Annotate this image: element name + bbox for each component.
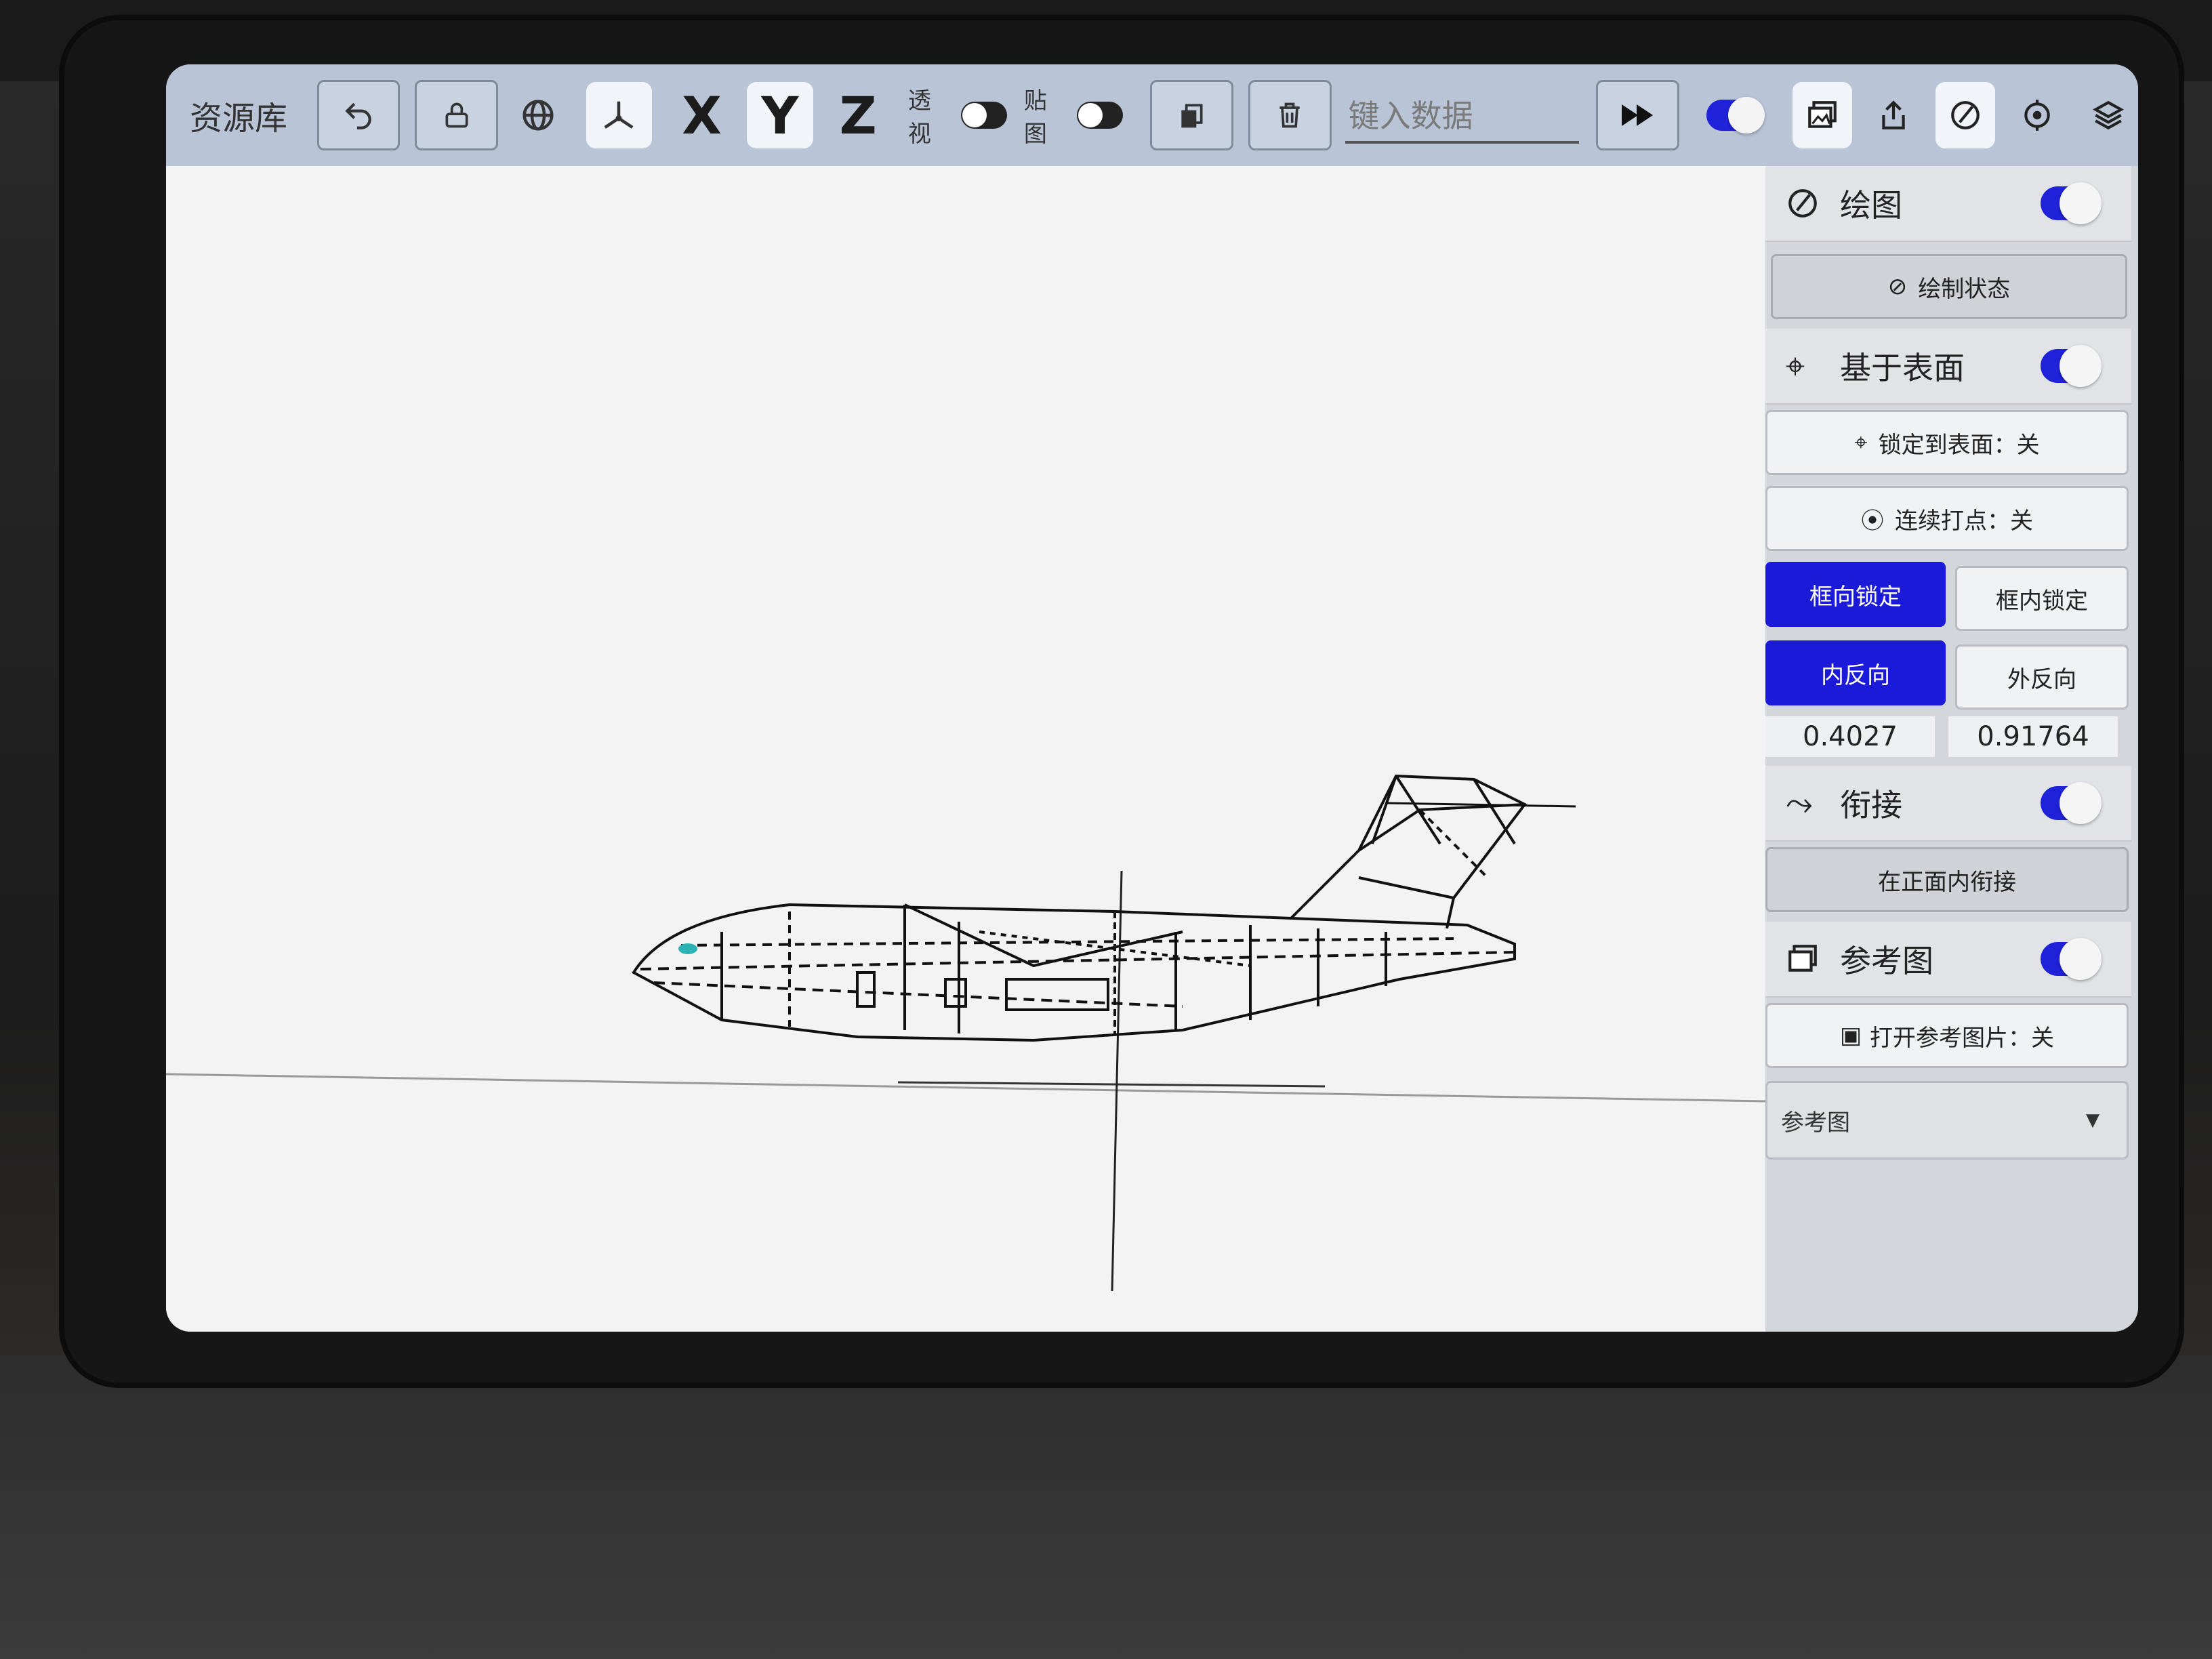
crosshair-icon: ⌖ xyxy=(1854,429,1868,456)
share-icon xyxy=(1882,100,1906,129)
link-title: 衔接 xyxy=(1840,787,1902,823)
trash-icon xyxy=(1279,102,1300,128)
pencil-circle-icon: ⊘ xyxy=(1887,273,1908,300)
open-reference-image-button[interactable]: ▣ 打开参考图片：关 xyxy=(1765,1003,2129,1068)
reference-image-tab[interactable] xyxy=(1792,82,1852,148)
axes-icon xyxy=(604,101,634,129)
surface-toggle[interactable] xyxy=(2041,345,2102,387)
lock-mode-frame-direction[interactable]: 框向锁定 xyxy=(1765,562,1946,627)
open-reference-label: 打开参考图片：关 xyxy=(1870,1024,2055,1052)
lock-to-surface-label: 锁定到表面：关 xyxy=(1878,431,2040,459)
link-section-header: ⤳ 衔接 xyxy=(1765,766,2131,842)
undo-icon xyxy=(345,102,371,129)
fast-forward-icon xyxy=(1621,104,1653,126)
image-icon: ▣ xyxy=(1839,1022,1862,1049)
texture-label: 贴图 xyxy=(1023,87,1047,148)
link-icon: ⤳ xyxy=(1786,783,1813,823)
globe-button[interactable] xyxy=(505,82,571,148)
texture-toggle-group: 贴图 xyxy=(1024,82,1123,148)
perspective-toggle-group: 透视 xyxy=(908,82,1007,148)
texture-toggle[interactable] xyxy=(1076,102,1123,129)
value-field-2[interactable]: 0.91764 xyxy=(1948,716,2118,757)
axis-x-button[interactable]: X xyxy=(669,82,735,148)
side-panel: 绘图 ⊘ 绘制状态 ⌖ 基于表面 ⌖ 锁定到表面：关 ⦿ 连续打点：关 框向锁定… xyxy=(1765,166,2138,1332)
pencil-circle-icon xyxy=(1788,189,1817,218)
play-button[interactable] xyxy=(1596,80,1680,150)
delete-button[interactable] xyxy=(1248,80,1332,150)
draw-tab[interactable] xyxy=(1936,82,1995,148)
app-screen: 资源库 X Y Z 透视 贴图 键入数据 绘图 ⊘ 绘制状态 ⌖ 基于表面 ⌖ … xyxy=(166,64,2138,1332)
viewport-canvas[interactable] xyxy=(166,166,1765,1332)
draw-title: 绘图 xyxy=(1840,187,1902,224)
top-toolbar: 资源库 X Y Z 透视 贴图 键入数据 xyxy=(166,64,2138,166)
direction-outer-reverse[interactable]: 外反向 xyxy=(1955,644,2129,710)
direction-inner-reverse[interactable]: 内反向 xyxy=(1765,640,1946,705)
pencil-circle-icon xyxy=(1951,101,1980,129)
export-tab[interactable] xyxy=(1864,82,1924,148)
perspective-label: 透视 xyxy=(907,87,931,148)
continuous-points-label: 连续打点：关 xyxy=(1895,507,2033,535)
main-toggle[interactable] xyxy=(1706,97,1765,134)
aircraft-wireframe xyxy=(166,774,1765,1292)
target-icon xyxy=(2024,100,2050,131)
link-in-front-button[interactable]: 在正面内衔接 xyxy=(1765,847,2129,912)
copy-icon xyxy=(1181,104,1203,128)
chevron-down-icon: ▼ xyxy=(2086,1110,2100,1130)
axis-y-button[interactable]: Y xyxy=(747,82,813,148)
reference-title: 参考图 xyxy=(1840,943,1933,979)
undo-button[interactable] xyxy=(316,80,401,150)
draw-state-button[interactable]: ⊘ 绘制状态 xyxy=(1771,254,2127,319)
axes-button[interactable] xyxy=(586,82,652,148)
perspective-toggle[interactable] xyxy=(960,102,1007,129)
reference-dropdown[interactable]: 参考图 ▼ xyxy=(1765,1081,2129,1160)
value-field-1[interactable]: 0.4027 xyxy=(1765,716,1935,757)
draw-toggle[interactable] xyxy=(2041,182,2102,224)
tablet-case xyxy=(0,1355,2212,1659)
target-icon: ⦿ xyxy=(1861,507,1884,535)
image-icon xyxy=(1788,945,1817,972)
image-icon xyxy=(1807,101,1837,128)
draw-state-label: 绘制状态 xyxy=(1918,275,2011,303)
continuous-points-button[interactable]: ⦿ 连续打点：关 xyxy=(1765,486,2129,551)
reference-section-header: 参考图 xyxy=(1765,922,2131,998)
target-tab[interactable] xyxy=(2007,82,2067,148)
copy-button[interactable] xyxy=(1149,80,1233,150)
reference-dropdown-value: 参考图 xyxy=(1781,1109,1850,1136)
lock-button[interactable] xyxy=(415,80,499,150)
lock-to-surface-button[interactable]: ⌖ 锁定到表面：关 xyxy=(1765,410,2129,475)
draw-section-header: 绘图 xyxy=(1765,166,2131,242)
axis-z-button[interactable]: Z xyxy=(825,82,891,148)
library-button[interactable]: 资源库 xyxy=(190,91,302,139)
reference-toggle[interactable] xyxy=(2041,938,2102,980)
surface-title: 基于表面 xyxy=(1840,350,1965,386)
layers-tab[interactable] xyxy=(2078,82,2138,148)
globe-icon xyxy=(523,100,554,131)
layers-icon xyxy=(2093,100,2125,130)
crosshair-icon: ⌖ xyxy=(1786,346,1805,386)
lock-icon xyxy=(445,102,468,128)
data-input[interactable]: 键入数据 xyxy=(1345,87,1580,144)
surface-section-header: ⌖ 基于表面 xyxy=(1765,329,2131,405)
lock-mode-frame-inner[interactable]: 框内锁定 xyxy=(1955,566,2129,631)
link-toggle[interactable] xyxy=(2041,782,2102,824)
